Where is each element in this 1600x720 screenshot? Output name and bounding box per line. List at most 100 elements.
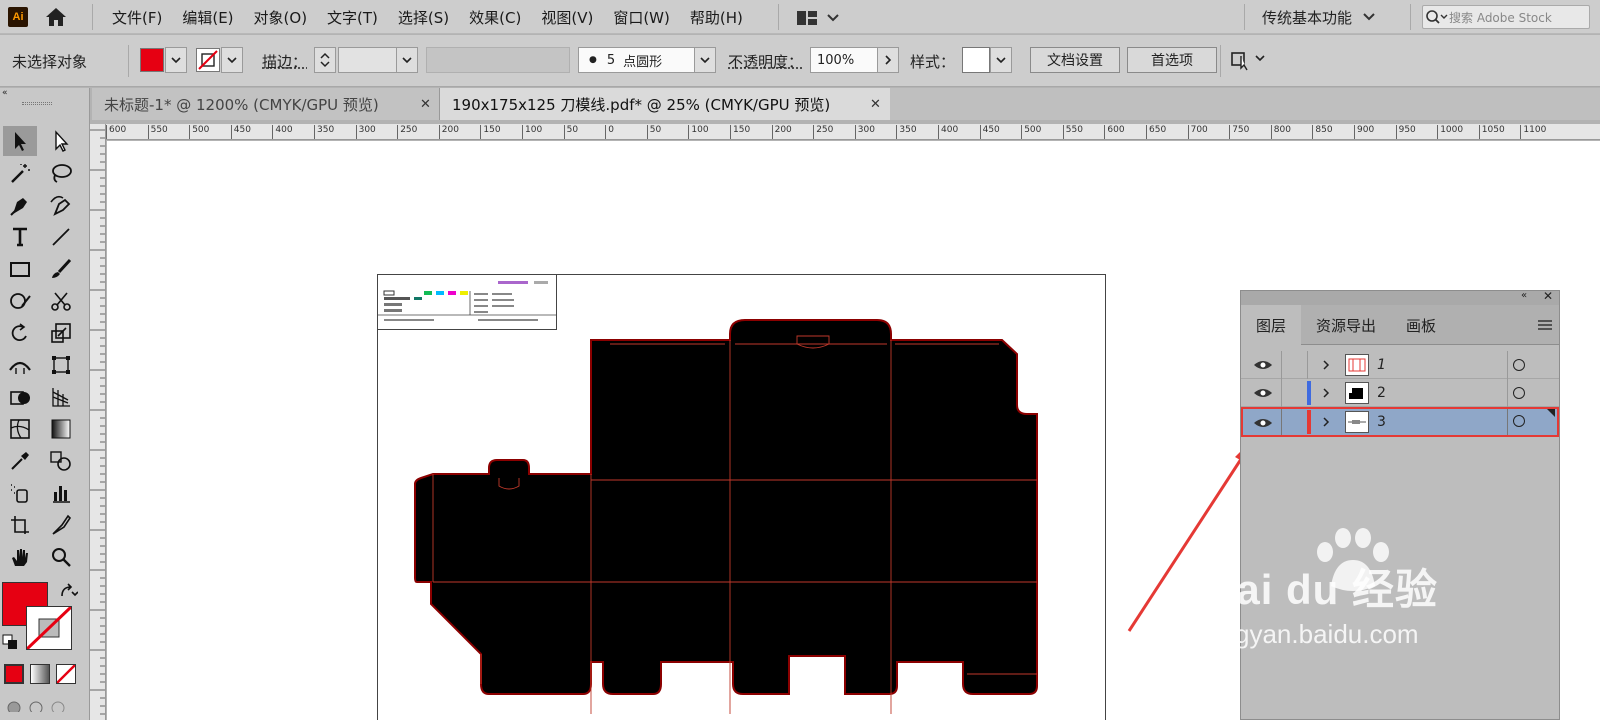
scale-tool[interactable] <box>44 318 78 348</box>
mesh-tool[interactable] <box>3 414 37 444</box>
tab-label: 未标题-1* @ 1200% (CMYK/GPU 预览) <box>104 95 379 114</box>
preferences-button[interactable]: 首选项 <box>1127 47 1217 73</box>
collapse-panel-icon[interactable]: « <box>0 88 90 98</box>
menu-edit[interactable]: 编辑(E) <box>182 7 233 28</box>
eye-icon[interactable] <box>1253 359 1273 371</box>
rotate-tool[interactable] <box>3 318 37 348</box>
collapse-icon[interactable]: « <box>1521 290 1527 301</box>
menu-type[interactable]: 文字(T) <box>327 7 378 28</box>
close-icon[interactable]: ✕ <box>870 97 881 112</box>
stroke-weight-dropdown[interactable] <box>396 47 418 73</box>
graphic-style-dropdown[interactable] <box>990 47 1012 73</box>
line-segment-tool[interactable] <box>44 222 78 252</box>
vertical-ruler[interactable] <box>90 124 106 720</box>
workspace-switcher[interactable]: 传统基本功能 <box>1262 0 1378 34</box>
brush-dot-icon: ● <box>589 55 597 65</box>
tab-die-line-pdf[interactable]: 190x175x125 刀模线.pdf* @ 25% (CMYK/GPU 预览)… <box>440 88 890 120</box>
free-transform-tool[interactable] <box>44 350 78 380</box>
target-icon[interactable] <box>1513 359 1525 371</box>
default-colors-icon[interactable] <box>2 634 18 650</box>
magic-wand-tool[interactable] <box>3 158 37 188</box>
color-mode-button[interactable] <box>4 664 24 684</box>
stroke-weight-field[interactable] <box>338 47 398 73</box>
tab-untitled-1[interactable]: 未标题-1* @ 1200% (CMYK/GPU 预览) ✕ <box>92 88 440 120</box>
tab-asset-export[interactable]: 资源导出 <box>1301 305 1391 345</box>
hand-tool[interactable] <box>3 542 37 572</box>
variable-width-profile[interactable] <box>426 47 570 73</box>
ruler-tick-label: 950 <box>1395 125 1416 139</box>
brush-dropdown[interactable] <box>694 47 716 73</box>
divider <box>1244 4 1245 30</box>
menu-window[interactable]: 窗口(W) <box>613 7 670 28</box>
eye-icon[interactable] <box>1253 417 1273 429</box>
stroke-color-swatch[interactable] <box>25 605 73 651</box>
scissors-tool[interactable] <box>44 286 78 316</box>
menu-select[interactable]: 选择(S) <box>398 7 449 28</box>
layer-name[interactable]: 3 <box>1377 409 1386 435</box>
shaper-tool[interactable] <box>3 286 37 316</box>
symbol-sprayer-tool[interactable] <box>3 478 37 508</box>
layer-name[interactable]: 1 <box>1377 351 1386 379</box>
arrange-documents-icon[interactable] <box>796 9 842 27</box>
gradient-mode-button[interactable] <box>30 664 50 684</box>
column-graph-tool[interactable] <box>44 478 78 508</box>
stock-search-input[interactable]: 搜索 Adobe Stock <box>1422 5 1590 29</box>
fill-dropdown[interactable] <box>165 47 187 73</box>
stroke-weight-stepper[interactable] <box>314 47 336 73</box>
chevron-right-icon[interactable] <box>1321 359 1331 371</box>
stroke-swatch[interactable] <box>196 48 220 72</box>
eyedropper-tool[interactable] <box>3 446 37 476</box>
fill-swatch[interactable] <box>140 48 164 72</box>
tab-layers[interactable]: 图层 <box>1241 305 1301 345</box>
arrange-icon[interactable] <box>1228 48 1272 72</box>
shape-builder-tool[interactable] <box>3 382 37 412</box>
layer-row-selected[interactable]: 3 <box>1241 407 1559 437</box>
chevron-right-icon[interactable] <box>1321 387 1331 399</box>
blend-tool[interactable] <box>44 446 78 476</box>
target-icon[interactable] <box>1513 387 1525 399</box>
panel-grip[interactable] <box>22 102 52 105</box>
width-tool[interactable] <box>3 350 37 380</box>
direct-selection-tool[interactable] <box>44 126 78 156</box>
chevron-right-icon[interactable] <box>1321 416 1331 428</box>
menu-view[interactable]: 视图(V) <box>541 7 593 28</box>
target-icon[interactable] <box>1513 415 1525 427</box>
menu-effect[interactable]: 效果(C) <box>469 7 521 28</box>
curvature-tool[interactable] <box>44 190 78 220</box>
layer-name[interactable]: 2 <box>1377 379 1386 407</box>
slice-tool[interactable] <box>44 510 78 540</box>
divider <box>128 45 129 77</box>
menu-file[interactable]: 文件(F) <box>112 7 162 28</box>
close-icon[interactable]: ✕ <box>420 97 431 112</box>
lasso-tool[interactable] <box>44 158 78 188</box>
artboard-tool[interactable] <box>3 510 37 540</box>
panel-menu-icon[interactable] <box>1537 319 1553 331</box>
swap-fill-stroke-icon[interactable] <box>58 582 78 602</box>
opacity-field[interactable]: 100% <box>810 47 878 73</box>
menu-object[interactable]: 对象(O) <box>254 7 308 28</box>
close-icon[interactable]: ✕ <box>1543 289 1553 303</box>
menu-help[interactable]: 帮助(H) <box>690 7 743 28</box>
brush-definition-field[interactable]: ● 5 点圆形 <box>578 47 696 73</box>
layer-row[interactable]: 1 <box>1241 351 1559 379</box>
none-mode-button[interactable] <box>56 664 76 684</box>
pen-tool[interactable] <box>3 190 37 220</box>
graphic-style-swatch[interactable] <box>962 47 990 73</box>
type-tool[interactable] <box>3 222 37 252</box>
horizontal-ruler[interactable]: 600 550 500 450 400 350 300 250 200 150 100 50 0 50 10… <box>92 124 1600 140</box>
home-icon[interactable] <box>44 6 68 28</box>
paintbrush-tool[interactable] <box>44 254 78 284</box>
layer-row[interactable]: 2 <box>1241 379 1559 407</box>
opacity-expand-button[interactable] <box>877 47 899 73</box>
artboard[interactable] <box>377 274 1106 720</box>
document-setup-button[interactable]: 文档设置 <box>1030 47 1120 73</box>
selection-tool[interactable] <box>3 126 37 156</box>
stroke-dropdown[interactable] <box>221 47 243 73</box>
rectangle-tool[interactable] <box>3 254 37 284</box>
zoom-tool[interactable] <box>44 542 78 572</box>
gradient-tool[interactable] <box>44 414 78 444</box>
drawing-modes[interactable] <box>4 696 74 715</box>
eye-icon[interactable] <box>1253 387 1273 399</box>
perspective-grid-tool[interactable] <box>44 382 78 412</box>
tab-artboards[interactable]: 画板 <box>1391 305 1451 345</box>
